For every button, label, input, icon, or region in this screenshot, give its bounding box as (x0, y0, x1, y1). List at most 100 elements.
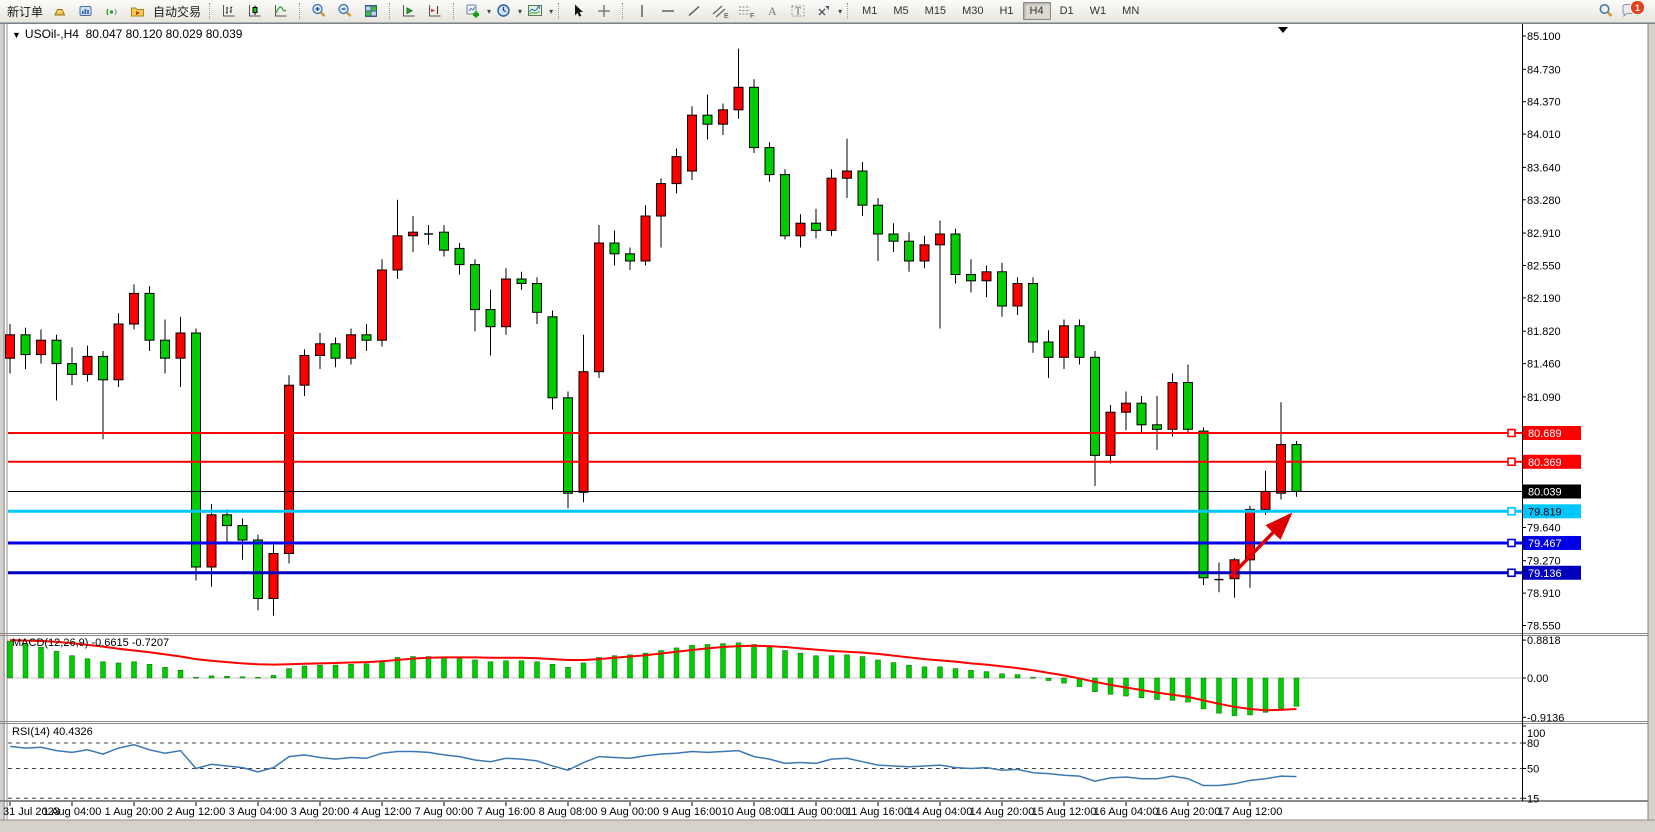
svg-text:10 Aug 08:00: 10 Aug 08:00 (722, 806, 787, 818)
svg-text:0.8818: 0.8818 (1527, 635, 1561, 647)
text-label-icon[interactable]: T (785, 0, 811, 22)
svg-text:7 Aug 00:00: 7 Aug 00:00 (415, 806, 474, 818)
svg-text:79.819: 79.819 (1528, 506, 1562, 518)
auto-scroll-icon[interactable] (396, 0, 422, 22)
timeframe-button-w1[interactable]: W1 (1083, 2, 1114, 20)
toolbar-separator (389, 3, 391, 19)
svg-text:8 Aug 08:00: 8 Aug 08:00 (539, 806, 598, 818)
svg-text:81.820: 81.820 (1527, 326, 1561, 338)
svg-text:82.550: 82.550 (1527, 261, 1561, 273)
signal-icon[interactable] (98, 0, 124, 22)
svg-text:T: T (795, 7, 801, 18)
template-icon[interactable] (522, 0, 548, 22)
chevron-down-icon[interactable]: ▾ (549, 7, 553, 16)
svg-text:4 Aug 12:00: 4 Aug 12:00 (353, 806, 412, 818)
timeframe-button-m30[interactable]: M30 (955, 2, 990, 20)
reports-icon[interactable] (72, 0, 98, 22)
svg-text:83.280: 83.280 (1527, 195, 1561, 207)
trendline-icon[interactable] (681, 0, 707, 22)
auto-trading-icon[interactable] (124, 0, 150, 22)
fibonacci-icon[interactable]: F (733, 0, 759, 22)
chart-shift-icon[interactable] (422, 0, 448, 22)
svg-text:9 Aug 16:00: 9 Aug 16:00 (663, 806, 722, 818)
svg-text:79.467: 79.467 (1528, 538, 1562, 550)
svg-text:15: 15 (1527, 793, 1539, 805)
svg-text:E: E (724, 13, 729, 20)
svg-text:-0.9136: -0.9136 (1527, 712, 1564, 724)
svg-text:79.136: 79.136 (1528, 568, 1562, 580)
gold-ingot-icon[interactable] (46, 0, 72, 22)
line-chart-icon[interactable] (268, 0, 294, 22)
svg-text:3 Aug 04:00: 3 Aug 04:00 (229, 806, 288, 818)
rsi-indicator-label: RSI(14) 40.4326 (12, 726, 93, 738)
svg-text:81.090: 81.090 (1527, 392, 1561, 404)
zoom-in-icon[interactable] (306, 0, 332, 22)
timeframe-button-h4[interactable]: H4 (1023, 2, 1051, 20)
chart-ohlc-values: 80.047 80.120 80.029 80.039 (86, 27, 243, 41)
equidistant-channel-icon[interactable]: E (707, 0, 733, 22)
svg-text:11 Aug 00:00: 11 Aug 00:00 (784, 806, 848, 818)
text-icon[interactable]: A (759, 0, 785, 22)
svg-text:1 Aug 04:00: 1 Aug 04:00 (43, 806, 102, 818)
timeframe-group: M1M5M15M30H1H4D1W1MN (854, 0, 1147, 23)
svg-text:84.010: 84.010 (1527, 129, 1561, 141)
svg-text:81.460: 81.460 (1527, 359, 1561, 371)
svg-text:83.640: 83.640 (1527, 162, 1561, 174)
svg-text:78.910: 78.910 (1527, 588, 1561, 600)
timeframe-button-m1[interactable]: M1 (855, 2, 884, 20)
svg-text:50: 50 (1527, 764, 1539, 776)
svg-text:11 Aug 16:00: 11 Aug 16:00 (846, 806, 910, 818)
candlestick-icon[interactable] (242, 0, 268, 22)
period-clock-icon[interactable] (491, 0, 517, 22)
svg-text:17 Aug 12:00: 17 Aug 12:00 (1218, 806, 1283, 818)
svg-text:82.190: 82.190 (1527, 293, 1561, 305)
svg-text:15 Aug 12:00: 15 Aug 12:00 (1032, 806, 1097, 818)
zoom-out-icon[interactable] (332, 0, 358, 22)
svg-text:84.370: 84.370 (1527, 97, 1561, 109)
svg-text:0.00: 0.00 (1527, 673, 1548, 685)
svg-text:16 Aug 04:00: 16 Aug 04:00 (1094, 806, 1159, 818)
toolbar-separator (209, 3, 211, 19)
chevron-down-icon[interactable]: ▾ (838, 7, 842, 16)
svg-text:85.100: 85.100 (1527, 31, 1561, 43)
search-icon[interactable] (1593, 0, 1619, 22)
svg-text:2 Aug 12:00: 2 Aug 12:00 (167, 806, 226, 818)
svg-text:82.910: 82.910 (1527, 228, 1561, 240)
crosshair-icon[interactable] (591, 0, 617, 22)
toolbar-separator (847, 3, 849, 19)
new-order-button[interactable]: 新订单 (4, 3, 46, 20)
svg-text:84.730: 84.730 (1527, 64, 1561, 76)
svg-text:79.640: 79.640 (1527, 522, 1561, 534)
notifications-button[interactable]: 1 (1619, 1, 1643, 21)
svg-text:80.369: 80.369 (1528, 457, 1562, 469)
toolbar-separator (558, 3, 560, 19)
svg-text:14 Aug 20:00: 14 Aug 20:00 (970, 806, 1035, 818)
svg-text:80: 80 (1527, 738, 1539, 750)
toolbar-separator (622, 3, 624, 19)
shapes-arrows-icon[interactable] (811, 0, 837, 22)
svg-text:A: A (768, 4, 777, 18)
timeframe-button-h1[interactable]: H1 (992, 2, 1020, 20)
vertical-line-icon[interactable] (629, 0, 655, 22)
timeframe-button-m5[interactable]: M5 (886, 2, 915, 20)
horizontal-line-icon[interactable] (655, 0, 681, 22)
new-chart-icon[interactable] (460, 0, 486, 22)
auto-trading-label[interactable]: 自动交易 (150, 3, 204, 20)
main-toolbar: 新订单 自动交易 (0, 0, 1655, 23)
bar-chart-icon[interactable] (216, 0, 242, 22)
cursor-icon[interactable] (565, 0, 591, 22)
timeframe-button-mn[interactable]: MN (1115, 2, 1146, 20)
svg-text:3 Aug 20:00: 3 Aug 20:00 (291, 806, 350, 818)
svg-text:78.550: 78.550 (1527, 621, 1561, 633)
svg-text:1 Aug 20:00: 1 Aug 20:00 (105, 806, 164, 818)
svg-text:7 Aug 16:00: 7 Aug 16:00 (477, 806, 536, 818)
chart-canvas[interactable]: 85.100 84.730 84.370 84.010 83.640 83.280 82.9… (0, 0, 1655, 832)
collapse-triangle-icon[interactable]: ▼ (12, 30, 21, 40)
toolbar-separator (299, 3, 301, 19)
timeframe-button-m15[interactable]: M15 (918, 2, 953, 20)
svg-text:80.689: 80.689 (1528, 428, 1562, 440)
timeframe-button-d1[interactable]: D1 (1053, 2, 1081, 20)
tile-windows-icon[interactable] (358, 0, 384, 22)
svg-text:9 Aug 00:00: 9 Aug 00:00 (601, 806, 660, 818)
svg-text:14 Aug 04:00: 14 Aug 04:00 (908, 806, 973, 818)
